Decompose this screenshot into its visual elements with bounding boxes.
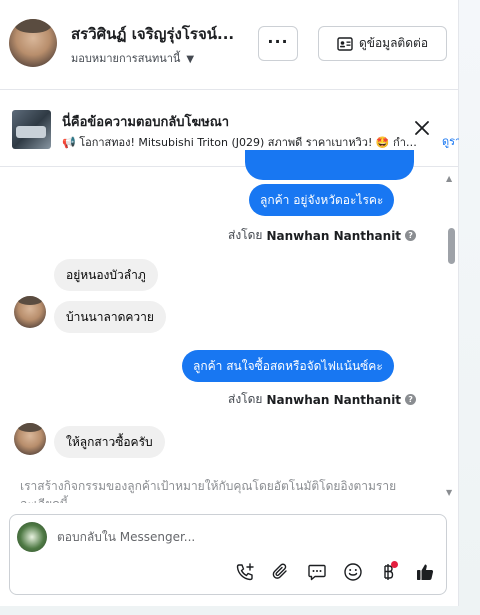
ad-thumbnail: [12, 110, 51, 149]
sent-by-label: ส่งโดย Nanwhan Nanthanit ?: [228, 390, 417, 409]
outgoing-message[interactable]: ลูกค้า อยู่จังหวัดอะไรคะ: [249, 184, 395, 216]
outgoing-message[interactable]: ลูกค้า สนใจซื้อสดหรือจัดไฟแน้นซ์คะ: [182, 350, 394, 382]
contact-avatar[interactable]: [9, 19, 57, 67]
contact-avatar-small: [14, 423, 46, 455]
conversation-header: สรวิศินฏ์ เจริญรุ่งโรจน์... มอบหมายการสน…: [0, 0, 459, 88]
auto-activity-notice: เราสร้างกิจกรรมของลูกค้าเป้าหมายให้กับคุ…: [20, 479, 397, 503]
outgoing-message-partial: [245, 150, 414, 180]
help-icon[interactable]: ?: [405, 394, 417, 405]
sent-by-prefix: ส่งโดย: [228, 392, 263, 406]
messenger-panel: สรวิศินฏ์ เจริญรุ่งโรจน์... มอบหมายการสน…: [0, 0, 459, 606]
thumbs-up-icon: [417, 564, 434, 580]
scroll-up-arrow-icon[interactable]: ▲: [446, 174, 452, 183]
smiley-icon: [344, 563, 362, 581]
sent-by-label: ส่งโดย Nanwhan Nanthanit ?: [228, 226, 417, 245]
notification-dot: [391, 561, 398, 568]
reply-input[interactable]: [57, 527, 427, 547]
assign-conversation-dropdown[interactable]: มอบหมายการสนทนานี้ ▼: [71, 49, 194, 67]
call-add-button[interactable]: [233, 560, 257, 584]
view-ad-link[interactable]: ดูรา: [442, 132, 459, 150]
incoming-message[interactable]: อยู่หนองบัวลำภู: [54, 259, 158, 291]
phone-plus-icon: [236, 563, 254, 581]
incoming-message[interactable]: บ้านนาลาดควาย: [54, 301, 166, 333]
saved-replies-button[interactable]: [305, 560, 329, 584]
assign-label: มอบหมายการสนทนานี้: [71, 52, 181, 65]
sender-name: Nanwhan Nanthanit: [266, 392, 402, 407]
ad-description: 📢 โอกาสทอง! Mitsubishi Triton (J029) สภา…: [62, 136, 422, 149]
contact-avatar-small: [14, 296, 46, 328]
help-icon[interactable]: ?: [405, 230, 417, 241]
emoji-button[interactable]: [341, 560, 365, 584]
payment-button[interactable]: [376, 560, 400, 584]
reply-composer: [9, 514, 447, 595]
scrollbar-thumb[interactable]: [448, 228, 455, 264]
incoming-message[interactable]: ให้ลูกสาวซื้อครับ: [54, 426, 165, 458]
contact-card-icon: [337, 36, 353, 51]
paperclip-icon: [272, 563, 287, 579]
contact-name[interactable]: สรวิศินฏ์ เจริญรุ่งโรจน์...: [71, 22, 249, 46]
more-options-button[interactable]: ···: [258, 26, 298, 61]
contact-info-label: ดูข้อมูลติดต่อ: [358, 36, 429, 50]
chat-bubble-icon: [308, 564, 326, 581]
caret-down-icon: ▼: [186, 54, 195, 65]
ad-title: นี่คือข้อความตอบกลับโฆษณา: [62, 115, 230, 130]
scroll-down-arrow-icon[interactable]: ▼: [446, 488, 452, 497]
page-avatar: [17, 522, 47, 552]
like-button[interactable]: [413, 560, 437, 584]
attach-button[interactable]: [269, 560, 293, 584]
view-contact-info-button[interactable]: ดูข้อมูลติดต่อ: [318, 26, 447, 61]
close-icon[interactable]: [413, 119, 431, 137]
sent-by-prefix: ส่งโดย: [228, 228, 263, 242]
sender-name: Nanwhan Nanthanit: [266, 228, 402, 243]
